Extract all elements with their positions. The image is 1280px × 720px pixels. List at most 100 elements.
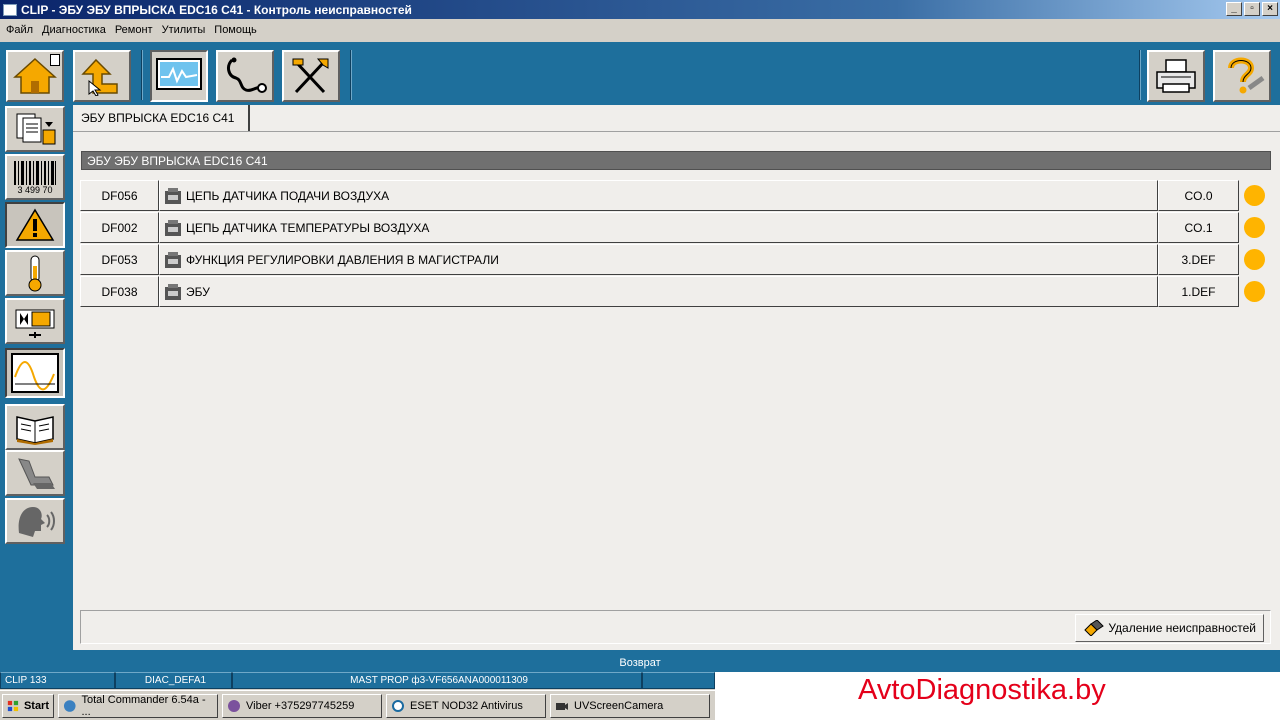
documents-icon [16,113,56,145]
sidebar-documentation[interactable] [5,404,65,450]
app-icon [3,3,17,16]
printer-icon [1156,59,1196,93]
book-icon [16,416,54,445]
fault-status: CO.0 [1158,180,1239,211]
actuator-icon [15,309,55,338]
title-bar: CLIP - ЭБУ ЭБУ ВПРЫСКА EDC16 C41 - Контр… [0,0,1280,19]
return-button[interactable]: Возврат [0,654,1280,672]
ecu-icon [165,283,181,300]
taskbar-item-viber[interactable]: Viber +375297745259 [222,693,382,718]
eset-icon [392,699,404,712]
fault-indicator [1244,185,1265,206]
taskbar-item-label: Viber +375297745259 [246,699,355,712]
fault-description-cell: ФУНКЦИЯ РЕГУЛИРОВКИ ДАВЛЕНИЯ В МАГИСТРАЛ… [159,244,1158,275]
fault-status: CO.1 [1158,212,1239,243]
fault-indicator [1244,249,1265,270]
sidebar-barcode[interactable]: 3 499 70 [5,154,65,200]
windows-logo-icon [7,700,19,711]
table-row[interactable]: DF053 ФУНКЦИЯ РЕГУЛИРОВКИ ДАВЛЕНИЯ В МАГ… [80,244,1239,275]
taskbar-item-total-commander[interactable]: Total Commander 6.54a - ... [58,693,218,718]
menu-utilities[interactable]: Утилиты [162,24,206,36]
toolbar-separator [1139,50,1141,100]
status-empty [642,672,715,689]
sidebar-faults[interactable] [5,202,65,248]
status-diag-session: DIAC_DEFA1 [115,672,232,689]
sidebar-seat[interactable] [5,450,65,496]
fault-status: 3.DEF [1158,244,1239,275]
home-button[interactable] [6,50,64,102]
sidebar-parameters[interactable] [5,250,65,296]
action-bar: Удаление неисправностей [80,610,1271,644]
sidebar-signals[interactable] [5,348,65,398]
table-row[interactable]: DF002 ЦЕПЬ ДАТЧИКА ТЕМПЕРАТУРЫ ВОЗДУХА C… [80,212,1239,243]
up-button[interactable] [73,50,131,102]
close-button[interactable]: × [1262,2,1278,16]
fault-description: ФУНКЦИЯ РЕГУЛИРОВКИ ДАВЛЕНИЯ В МАГИСТРАЛ… [186,252,499,267]
fault-code: DF002 [80,212,159,243]
section-header: ЭБУ ЭБУ ВПРЫСКА EDC16 C41 [81,151,1271,170]
ecu-icon [165,251,181,268]
menu-file[interactable]: Файл [6,24,33,36]
content-panel: ЭБУ ВПРЫСКА EDC16 C41 ЭБУ ЭБУ ВПРЫСКА ED… [73,105,1280,650]
stethoscope-button[interactable] [216,50,274,102]
ecu-icon [165,219,181,236]
help-button[interactable] [1213,50,1271,102]
fault-description-cell: ЭБУ [159,276,1158,307]
help-icon [1228,57,1265,94]
sidebar-actuators[interactable] [5,298,65,344]
fault-description: ЦЕПЬ ДАТЧИКА ТЕМПЕРАТУРЫ ВОЗДУХА [186,220,430,235]
window-title: CLIP - ЭБУ ЭБУ ВПРЫСКА EDC16 C41 - Контр… [21,2,412,17]
fault-indicator [1244,281,1265,302]
total-commander-icon [63,699,76,712]
watermark: AvtoDiagnostika.by [715,672,1280,720]
tab-divider [73,131,1280,132]
tools-icon [292,58,329,94]
minimize-button[interactable]: _ [1226,2,1242,16]
watermark-text: AvtoDiagnostika.by [858,674,1106,706]
menu-bar: Файл Диагностика Ремонт Утилиты Помощь [0,19,1280,41]
oscilloscope-button[interactable] [150,50,208,102]
menu-diagnostics[interactable]: Диагностика [42,24,106,36]
viber-icon [228,699,240,712]
fault-indicator [1244,217,1265,238]
start-label: Start [23,699,49,712]
taskbar-item-label: ESET NOD32 Antivirus [410,699,523,712]
up-arrow-icon [81,58,118,96]
menu-repair[interactable]: Ремонт [115,24,153,36]
maximize-button[interactable]: ▫ [1244,2,1260,16]
table-row[interactable]: DF056 ЦЕПЬ ДАТЧИКА ПОДАЧИ ВОЗДУХА CO.0 [80,180,1239,211]
seat-icon [18,458,55,489]
ecu-icon [165,187,181,204]
sidebar-voice[interactable] [5,498,65,544]
status-vehicle-id: MAST PROP ф3-VF656ANA000011309 [232,672,642,689]
taskbar-item-uvscreencamera[interactable]: UVScreenCamera [550,693,710,718]
warning-icon [15,208,55,241]
delete-faults-button[interactable]: Удаление неисправностей [1075,614,1264,642]
menu-help[interactable]: Помощь [214,24,257,36]
toolbar-separator [350,50,352,100]
start-button[interactable]: Start [2,693,54,718]
fault-description-cell: ЦЕПЬ ДАТЧИКА ПОДАЧИ ВОЗДУХА [159,180,1158,211]
toolbar-separator [141,50,143,100]
delete-faults-label: Удаление неисправностей [1108,621,1256,635]
fault-code: DF056 [80,180,159,211]
fault-description: ЭБУ [186,284,210,299]
table-row[interactable]: DF038 ЭБУ 1.DEF [80,276,1239,307]
sidebar-documents[interactable] [5,106,65,152]
taskbar-item-label: Total Commander 6.54a - ... [81,693,206,718]
signal-chart-icon [11,353,59,393]
tools-button[interactable] [282,50,340,102]
fault-status: 1.DEF [1158,276,1239,307]
fault-description-cell: ЦЕПЬ ДАТЧИКА ТЕМПЕРАТУРЫ ВОЗДУХА [159,212,1158,243]
taskbar-item-label: UVScreenCamera [574,699,664,712]
fault-description: ЦЕПЬ ДАТЧИКА ПОДАЧИ ВОЗДУХА [186,188,390,203]
print-button[interactable] [1147,50,1205,102]
barcode-number: 3 499 70 [17,184,53,195]
eraser-icon [1084,620,1105,636]
thermometer-icon [28,255,42,292]
tab-ecu[interactable]: ЭБУ ВПРЫСКА EDC16 C41 [73,105,251,131]
fault-code: DF038 [80,276,159,307]
barcode-icon [14,160,56,185]
taskbar-item-eset[interactable]: ESET NOD32 Antivirus [386,693,546,718]
status-clip-version: CLIP 133 [0,672,115,689]
